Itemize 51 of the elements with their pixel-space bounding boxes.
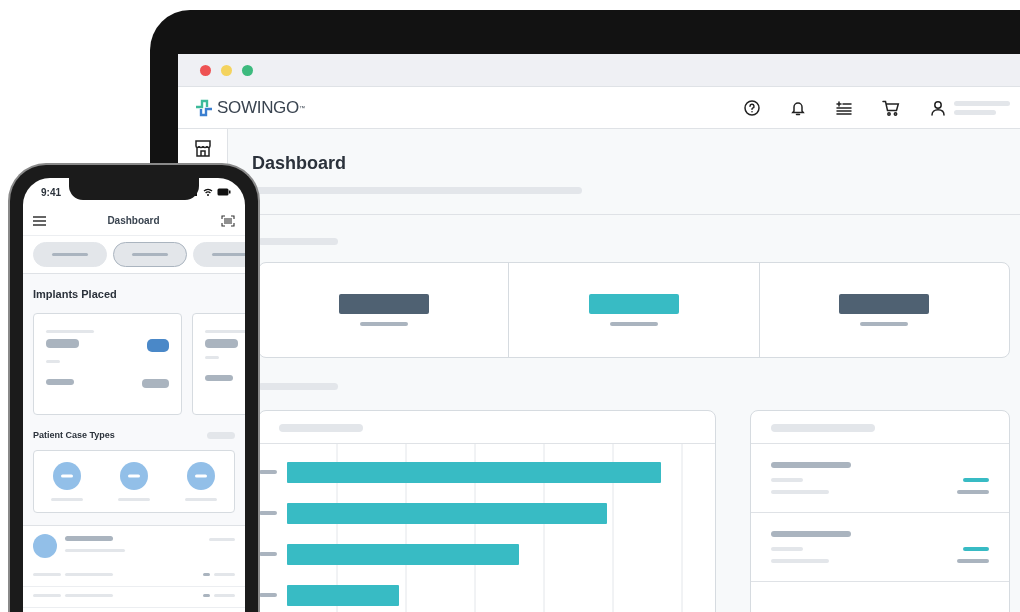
placeholder-bar bbox=[46, 338, 79, 348]
section-title: Implants Placed bbox=[33, 287, 118, 302]
placeholder-bar bbox=[65, 536, 113, 541]
window-dot[interactable] bbox=[221, 64, 232, 76]
status-bar bbox=[963, 546, 989, 551]
placeholder-bar bbox=[359, 321, 408, 326]
status-bar bbox=[963, 477, 989, 482]
placeholder-bar bbox=[771, 558, 829, 563]
minus-circle-icon bbox=[186, 462, 215, 490]
axis-label-placeholder bbox=[259, 592, 277, 597]
placeholder-bar bbox=[771, 477, 803, 482]
placeholder-bar bbox=[203, 594, 210, 597]
avatar-icon bbox=[33, 534, 57, 558]
placeholder-bar bbox=[203, 573, 210, 576]
menu-icon[interactable] bbox=[33, 215, 46, 226]
placeholder-bar bbox=[860, 321, 909, 326]
barcode-scan-icon[interactable] bbox=[221, 214, 235, 227]
screen-title: Dashboard bbox=[106, 214, 161, 228]
user-icon[interactable] bbox=[930, 99, 946, 116]
placeholder-bar bbox=[205, 374, 233, 381]
window-dot[interactable] bbox=[200, 64, 211, 76]
axis-label-placeholder bbox=[259, 510, 277, 515]
logo-text: SOWINGO$^{™}$ bbox=[217, 96, 305, 119]
bell-icon[interactable] bbox=[790, 99, 806, 116]
axis-label-placeholder bbox=[259, 469, 277, 474]
placeholder-bar bbox=[954, 109, 996, 115]
placeholder-bar bbox=[957, 489, 989, 494]
placeholder-bar bbox=[771, 546, 803, 551]
placeholder-bar bbox=[46, 378, 74, 385]
battery-icon bbox=[217, 188, 231, 196]
page-title: Dashboard bbox=[252, 153, 348, 175]
help-icon[interactable] bbox=[744, 99, 760, 116]
wifi-icon bbox=[203, 188, 213, 196]
placeholder-bar bbox=[142, 378, 169, 388]
placeholder-bar bbox=[771, 489, 829, 494]
section-title: Patient Case Types bbox=[33, 428, 115, 442]
placeholder-bar bbox=[205, 338, 238, 348]
store-icon[interactable] bbox=[193, 139, 212, 157]
placeholder-bar bbox=[610, 321, 658, 326]
filter-tab[interactable] bbox=[113, 242, 187, 267]
minus-circle-icon bbox=[120, 462, 148, 490]
cart-icon[interactable] bbox=[882, 99, 900, 116]
axis-label-placeholder bbox=[259, 551, 277, 556]
status-pill bbox=[147, 338, 169, 352]
logo-icon bbox=[194, 98, 214, 117]
minus-circle-icon bbox=[53, 462, 82, 490]
placeholder-bar bbox=[954, 100, 1010, 106]
list-add-icon[interactable] bbox=[836, 99, 852, 116]
placeholder-bar bbox=[957, 558, 989, 563]
window-dot[interactable] bbox=[242, 64, 253, 76]
status-time: 9:41 bbox=[41, 185, 61, 200]
